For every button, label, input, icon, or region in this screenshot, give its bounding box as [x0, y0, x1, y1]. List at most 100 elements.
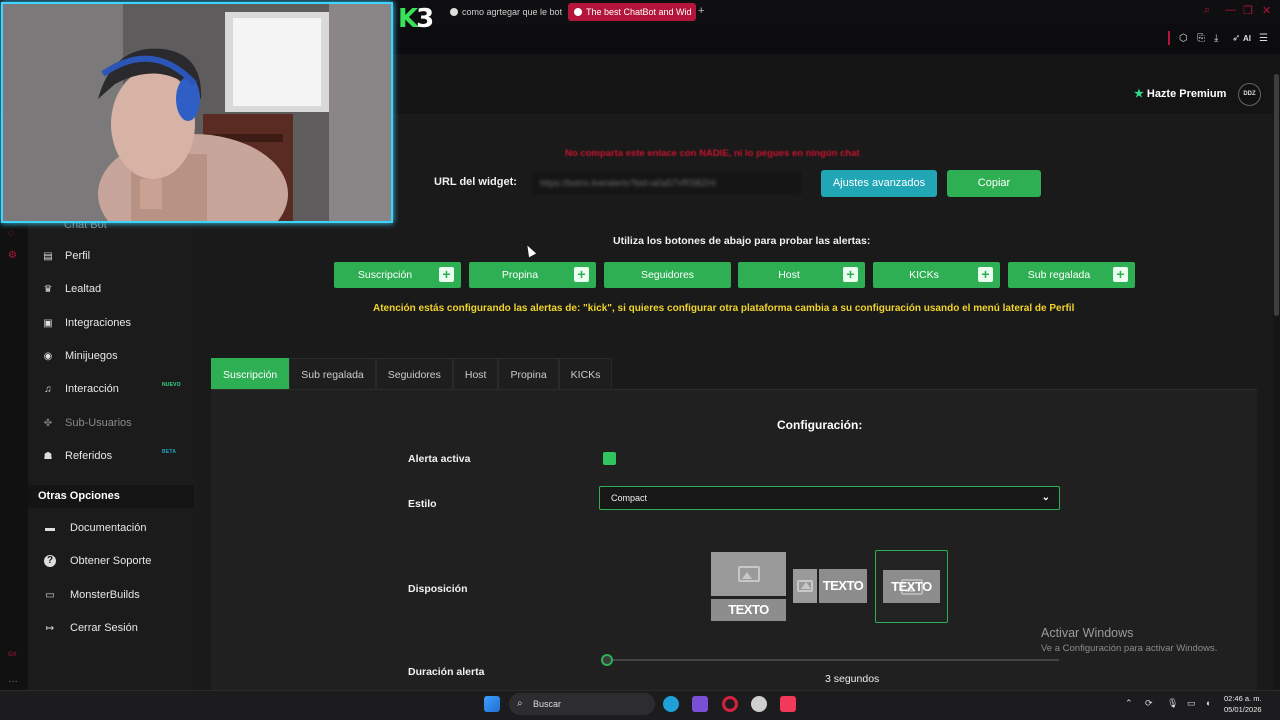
image-icon: [737, 566, 760, 582]
search-tabs-icon[interactable]: ⌕: [1204, 4, 1210, 17]
menu-icon[interactable]: ☰: [1259, 33, 1268, 44]
test-seguidores-button[interactable]: Seguidores: [604, 262, 731, 288]
sidebar-item-label: MonsterBuilds: [70, 589, 140, 601]
duration-slider-thumb[interactable]: [601, 654, 613, 666]
messenger-icon[interactable]: ◌: [8, 228, 14, 239]
minimize-icon[interactable]: —: [1225, 4, 1236, 16]
taskbar-search[interactable]: ⌕ Buscar: [509, 693, 655, 715]
alert-active-checkbox[interactable]: [603, 452, 616, 465]
share-warning: No comparta este enlace con NADIE, ni lo…: [565, 148, 860, 159]
maximize-icon[interactable]: ❐: [1243, 4, 1253, 17]
user-group-icon: ☗: [43, 450, 53, 462]
widget-url-label: URL del widget:: [434, 176, 517, 188]
layout-option-stacked[interactable]: TEXTO: [711, 552, 786, 621]
book-icon: ▬: [45, 522, 55, 534]
star-icon: ★: [1134, 88, 1144, 100]
sidebar-item-referidos[interactable]: ☗ Referidos: [40, 450, 113, 462]
sidebar-item-cerrar-sesion[interactable]: ↦ Cerrar Sesión: [42, 622, 138, 634]
more-icon[interactable]: …: [8, 674, 18, 685]
steam-icon[interactable]: [751, 696, 767, 712]
sidebar-item-label: Sub-Usuarios: [65, 417, 132, 429]
page-scrollbar-thumb[interactable]: [1274, 74, 1279, 316]
tab-suscripcion[interactable]: Suscripción: [211, 358, 290, 390]
advanced-settings-button[interactable]: Ajustes avanzados: [821, 170, 937, 197]
style-select[interactable]: Compact ⌄: [599, 486, 1060, 510]
tab-propina[interactable]: Propina: [498, 358, 559, 390]
tab-host[interactable]: Host: [452, 358, 499, 390]
style-selected-value: Compact: [611, 493, 648, 503]
test-sub-regalada-button[interactable]: Sub regalada +: [1008, 262, 1135, 288]
alert-active-label: Alerta activa: [408, 453, 471, 465]
layout-option-side[interactable]: TEXTO: [793, 569, 867, 603]
tray-sync-icon[interactable]: ⟳: [1145, 698, 1153, 709]
chevron-down-icon: ⌄: [1041, 492, 1050, 503]
opera-sidebar: [0, 222, 28, 690]
close-window-icon[interactable]: ✕: [1262, 4, 1271, 17]
music-app-icon[interactable]: [780, 696, 796, 712]
tab-kicks[interactable]: KICKs: [558, 358, 613, 390]
sidebar-item-label: Referidos: [65, 450, 113, 462]
sidebar-item-label: Integraciones: [65, 317, 132, 329]
test-host-button[interactable]: Host +: [738, 262, 865, 288]
search-placeholder: Buscar: [533, 699, 562, 709]
new-tab-button[interactable]: +: [698, 5, 704, 17]
download-icon[interactable]: ⤓: [1214, 33, 1218, 44]
plus-icon: +: [574, 267, 589, 282]
test-propina-button[interactable]: Propina +: [469, 262, 596, 288]
duration-slider-track[interactable]: [606, 659, 1059, 661]
avatar[interactable]: DDZ: [1238, 83, 1261, 106]
start-icon[interactable]: [484, 696, 500, 712]
tab-seguidores[interactable]: Seguidores: [375, 358, 453, 390]
sidebar-item-label: Minijuegos: [65, 350, 118, 362]
other-options-heading: Otras Opciones: [28, 485, 194, 508]
logout-icon: ↦: [45, 622, 55, 634]
sidebar-item-integraciones[interactable]: ▣ Integraciones: [40, 317, 131, 329]
tab-sub-regalada[interactable]: Sub regalada: [289, 358, 376, 390]
widget-url-field[interactable]: https://botrix.live/alerts?bid=a0a57VRSB…: [530, 170, 804, 197]
browser-tab-1[interactable]: como agrtegar que le bot: [444, 3, 562, 21]
sidebar-item-label: Interacción: [65, 383, 119, 395]
tray-chevron-icon[interactable]: ⌃: [1125, 698, 1133, 709]
gamepad-icon: ◉: [43, 350, 53, 362]
beta-badge: BETA: [162, 449, 177, 455]
test-button-label: Sub regalada: [1027, 269, 1091, 281]
ai-button[interactable]: AI: [1243, 34, 1251, 43]
sidebar-item-lealtad[interactable]: ♛ Lealtad: [40, 283, 102, 295]
wallet-icon[interactable]: ⎘: [1197, 33, 1205, 44]
overlay-logo: K3: [398, 4, 434, 34]
premium-link[interactable]: ★ Hazte Premium: [1134, 87, 1226, 100]
webcam-image: [3, 4, 391, 221]
sidebar-item-documentacion[interactable]: ▬ Documentación: [42, 522, 146, 534]
taskbar-clock[interactable]: 02:46 a. m. 05/01/2026: [1224, 693, 1262, 715]
sidebar-item-label: Cerrar Sesión: [70, 622, 138, 634]
copy-button[interactable]: Copiar: [947, 170, 1041, 197]
test-button-label: Host: [778, 269, 800, 281]
send-icon[interactable]: ➶: [1232, 33, 1240, 44]
users-icon: ✤: [43, 417, 53, 429]
settings-icon[interactable]: ⚙: [8, 250, 17, 261]
layout-option-overlay-selected[interactable]: TEXTO: [875, 550, 948, 623]
image-icon: [797, 580, 813, 592]
sidebar-item-sub-usuarios[interactable]: ✤ Sub-Usuarios: [40, 417, 132, 429]
sidebar-item-monsterbuilds[interactable]: ▭ MonsterBuilds: [42, 589, 140, 601]
plus-icon: +: [978, 267, 993, 282]
layout-text: TEXTO: [891, 579, 932, 594]
sidebar-item-soporte[interactable]: ? Obtener Soporte: [42, 555, 151, 567]
browser-tab-2-active[interactable]: The best ChatBot and Wid: [568, 3, 696, 21]
sidebar-item-interaccion[interactable]: ♫ Interacción: [40, 383, 119, 395]
volume-icon[interactable]: ◖: [1205, 698, 1210, 708]
duration-value: 3 segundos: [825, 673, 880, 685]
extensions-icon[interactable]: ⬡: [1179, 33, 1188, 44]
test-suscripcion-button[interactable]: Suscripción +: [334, 262, 461, 288]
test-kicks-button[interactable]: KICKs +: [873, 262, 1000, 288]
opera-gx-icon[interactable]: [722, 696, 738, 712]
clock-time: 02:46 a. m.: [1224, 694, 1262, 703]
gx-icon[interactable]: GX: [8, 652, 17, 658]
image-placeholder: [793, 569, 817, 603]
app-icon[interactable]: [692, 696, 708, 712]
microphone-icon[interactable]: 🎙: [1167, 698, 1178, 709]
sidebar-item-perfil[interactable]: ▤ Perfil: [40, 250, 90, 262]
edge-icon[interactable]: [663, 696, 679, 712]
sidebar-item-minijuegos[interactable]: ◉ Minijuegos: [40, 350, 118, 362]
network-icon[interactable]: ▭: [1187, 698, 1196, 709]
